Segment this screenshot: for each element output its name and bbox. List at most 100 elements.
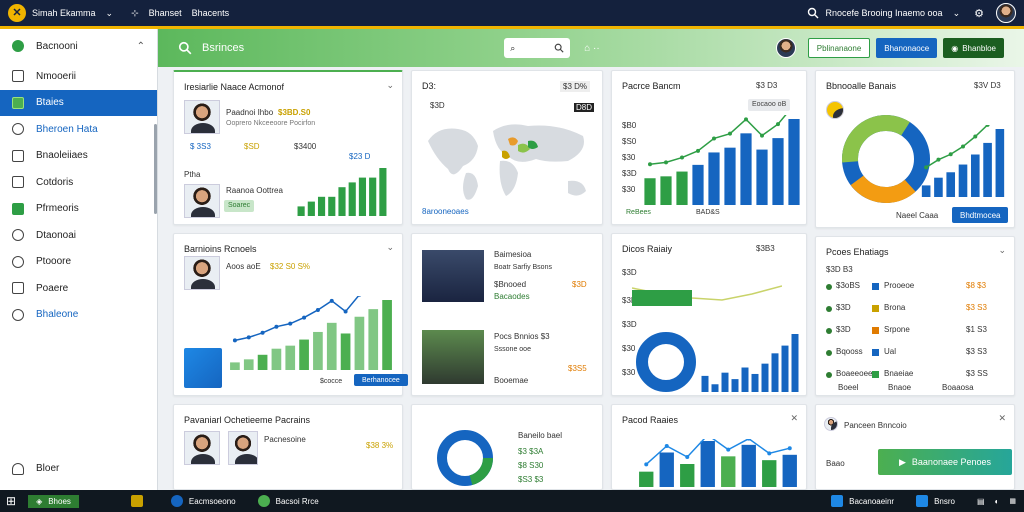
header-search-input[interactable]: ⌕ — [504, 38, 571, 58]
menu-item-2[interactable]: Bhacents — [192, 8, 230, 18]
bar — [934, 177, 943, 197]
bar — [761, 363, 769, 392]
chevron-up-icon[interactable]: ⌃ — [137, 41, 145, 52]
bar — [326, 322, 337, 370]
taskbar-item-label: Bacsoi Rrce — [275, 496, 319, 506]
chat-icon — [12, 229, 24, 242]
copy-icon — [12, 149, 24, 162]
sidebar-item-1[interactable]: Nmooerii — [0, 63, 157, 90]
sidebar-item-label: Cotdoris — [36, 176, 74, 188]
card-action-button[interactable]: Bhdtmocea — [952, 207, 1009, 223]
bar — [317, 196, 326, 216]
chevron-down-icon[interactable]: ⌄ — [998, 245, 1006, 256]
card-right-value: $3 D3 — [756, 81, 778, 90]
chevron-down-icon[interactable]: ⌄ — [386, 242, 394, 253]
profile-photo-1 — [422, 250, 484, 302]
bar — [680, 464, 695, 487]
app-title[interactable]: Simah Ekamma — [32, 8, 96, 18]
y-label-5: $30 — [622, 185, 636, 194]
bar — [692, 164, 704, 205]
settings-icon[interactable]: ⚙ — [974, 7, 984, 20]
taskbar-item-6[interactable]: Bnsro — [916, 495, 955, 507]
sidebar: Bacnooni ⌃ Nmooerii Btaies Bheroen Hata … — [0, 29, 158, 490]
table-row[interactable]: $3D Srpone $1 S3 — [816, 325, 1014, 343]
home-icon[interactable]: ⌂ ·· — [584, 43, 599, 54]
table-row[interactable]: $3oBS Prooeoe $8 $3 — [816, 281, 1014, 299]
sidebar-scrollbar[interactable] — [154, 124, 157, 214]
sidebar-item-10[interactable]: Bhaleone — [0, 302, 157, 329]
windows-icon: ⊞ — [6, 494, 17, 508]
app-logo-icon[interactable]: ✕ — [8, 4, 26, 22]
legend-1: ReBees — [626, 209, 651, 216]
taskbar-item-3[interactable]: Eacmsoeono — [170, 495, 236, 507]
table-row[interactable]: $3D Brona $3 S3 — [816, 303, 1014, 321]
start-button[interactable]: ⊞ — [6, 494, 16, 508]
taskbar-item-4[interactable]: Bacsoi Rrce — [257, 495, 319, 507]
trend-point — [260, 330, 265, 335]
trend-point — [760, 133, 764, 138]
row-dot-icon — [826, 372, 832, 378]
sidebar-item-label: Poaere — [36, 282, 69, 294]
sidebar-item-7[interactable]: Dtaonoai — [0, 222, 157, 249]
user-avatar[interactable] — [775, 38, 796, 58]
card-title: Bbnooalle Banais — [826, 81, 897, 91]
row-col-c: $3 S3 — [966, 347, 987, 356]
card-action-button[interactable]: Berhanocee — [354, 374, 408, 386]
chevron-down-icon[interactable]: ⌄ — [106, 8, 114, 19]
green-button[interactable]: ◉ Bhanbloe — [943, 38, 1004, 58]
footer-2[interactable]: Bnaoe — [888, 383, 911, 392]
close-icon[interactable]: ✕ — [790, 413, 798, 424]
volume-icon[interactable]: ◐ — [995, 497, 1000, 506]
grid-icon[interactable]: ⊹ — [131, 8, 139, 19]
stat-2: $SD — [244, 142, 260, 151]
sidebar-item-3[interactable]: Bheroen Hata — [0, 116, 157, 143]
trend-point — [343, 309, 348, 314]
share-row-1: $3 $3A — [518, 447, 544, 456]
taskbar-item-5[interactable]: Bacanoaeinr — [831, 495, 894, 507]
clock[interactable]: ▦ — [1009, 497, 1016, 506]
profile-2-text: Sssone ooe — [494, 346, 531, 353]
close-icon[interactable]: ✕ — [998, 413, 1006, 424]
card-ratio-chart: Dicos Raiaiy $3B3 $3D $3D $3D $30 $30 — [611, 233, 807, 396]
primary-action-button[interactable]: ▶ Baanonaee Penoes — [878, 449, 1012, 475]
network-icon[interactable]: ▤ — [977, 497, 985, 506]
bar — [958, 164, 968, 197]
footer-3[interactable]: Boaaosa — [942, 383, 974, 392]
sidebar-item-2[interactable]: Btaies — [0, 89, 157, 116]
puzzle-icon — [12, 202, 24, 215]
menu-item-1[interactable]: Bhanset — [149, 8, 182, 18]
trend-point — [787, 446, 792, 451]
trend-point — [315, 307, 320, 312]
white-button[interactable]: Pblinanaone — [807, 38, 871, 58]
profile-2-foot: Booemae — [494, 376, 529, 385]
sidebar-item-9[interactable]: Poaere — [0, 275, 157, 302]
y-label: $3D — [622, 268, 637, 277]
trend-point — [726, 447, 731, 452]
global-search[interactable]: Rnocefe Brooing Inaemo ooa ⌄ — [807, 7, 960, 19]
sidebar-header[interactable]: Bacnooni ⌃ — [0, 29, 157, 63]
bar — [639, 471, 654, 487]
trend-point — [680, 155, 684, 160]
sidebar-item-4[interactable]: Bnaoleiiaes — [0, 143, 157, 170]
search-icon[interactable] — [178, 41, 192, 55]
people-icon — [12, 255, 24, 268]
search-icon — [808, 7, 819, 19]
bar — [708, 152, 720, 205]
bar — [328, 196, 336, 216]
world-map — [428, 124, 586, 200]
sidebar-footer-item[interactable]: Bloer — [0, 456, 157, 483]
sidebar-item-label: Btaies — [36, 97, 64, 109]
footer-1[interactable]: Boeel — [838, 383, 858, 392]
legend-2: BAD&S — [696, 209, 720, 216]
sidebar-item-8[interactable]: Ptooore — [0, 249, 157, 276]
row-dot-icon — [826, 350, 832, 356]
taskbar-item-2[interactable] — [130, 495, 149, 507]
chevron-down-icon[interactable]: ⌄ — [386, 80, 394, 91]
sidebar-item-5[interactable]: Cotdoris — [0, 169, 157, 196]
user-avatar[interactable] — [996, 3, 1016, 23]
blue-button[interactable]: Bhanonaoce — [876, 38, 938, 58]
sidebar-item-6[interactable]: Pfrmeoris — [0, 196, 157, 223]
credit-card-image — [184, 348, 222, 388]
table-row[interactable]: Bqooss Ual $3 S3 — [816, 347, 1014, 365]
taskbar-item-1[interactable]: ◈ Bhoes — [28, 494, 79, 508]
